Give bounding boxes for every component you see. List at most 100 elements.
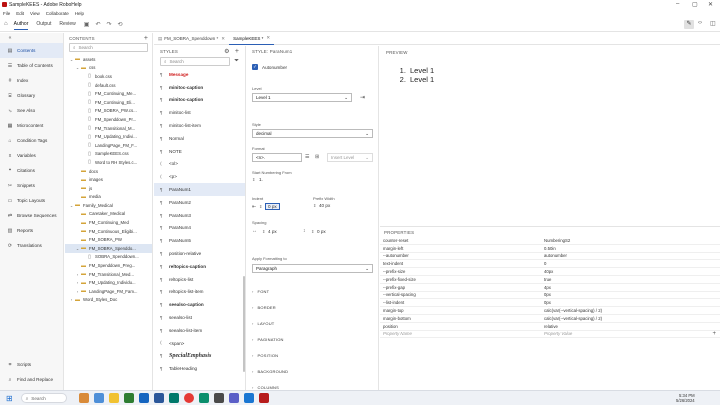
property-row[interactable]: --prefix-size 40px xyxy=(380,268,720,276)
property-value[interactable]: relative xyxy=(544,324,558,329)
taskbar-search-input[interactable]: ⌕ Search xyxy=(20,393,67,403)
style-item[interactable]: ⟨ <span> xyxy=(154,337,245,350)
property-row[interactable]: --vertical-spacing 0px xyxy=(380,292,720,300)
tree-folder[interactable]: › ▬ FM_Updating_Individu... xyxy=(65,278,152,287)
property-value[interactable]: calc(var(--vertical-spacing) / 2) xyxy=(544,308,602,313)
nav-microcontent[interactable]: ▦ Microcontent xyxy=(0,118,63,133)
nav-contents[interactable]: ▤ Contents xyxy=(0,43,63,58)
property-row[interactable]: --prefix-gap 4px xyxy=(380,284,720,292)
tree-file[interactable]: ▯ FM_Spenddown_Pr... xyxy=(65,115,152,124)
maximize-icon[interactable]: ▢ xyxy=(692,1,698,8)
tree-file[interactable]: ▯ Word to RH Styles.c... xyxy=(65,158,152,167)
edge-icon[interactable] xyxy=(198,393,209,403)
style-item[interactable]: ¶ position-relative xyxy=(154,247,245,260)
tree-file[interactable]: ▯ book.css xyxy=(65,72,152,81)
style-item[interactable]: ¶ ParaNum3 xyxy=(154,209,245,222)
property-name[interactable]: --vertical-spacing xyxy=(380,292,544,297)
style-item[interactable]: ¶ minitoc-caption xyxy=(154,94,245,107)
tab-review[interactable]: Review xyxy=(59,19,75,29)
property-value[interactable]: calc(var(--vertical-spacing) / 2) xyxy=(544,316,602,321)
insert-level-select[interactable]: Insert Level ⌄ xyxy=(327,153,373,162)
format-symbol-icon[interactable]: ⊞ xyxy=(315,154,319,160)
tab-fm-sobra-spenddown[interactable]: ▤ FM_SOBRA_Spenddown * ✕ xyxy=(154,33,229,45)
property-name[interactable]: margin-left xyxy=(380,246,544,251)
filter-icon[interactable]: ⏷ xyxy=(234,58,239,65)
section-pagination[interactable]: › PAGINATION xyxy=(252,331,373,347)
apply-formatting-select[interactable]: Paragraph ⌄ xyxy=(252,264,373,273)
style-item[interactable]: ¶ TableHeading xyxy=(154,362,245,375)
list-settings-icon[interactable]: ⇥ xyxy=(360,94,365,101)
property-name[interactable]: text-indent xyxy=(380,261,544,266)
tab-author[interactable]: Author xyxy=(13,19,29,30)
tree-folder[interactable]: › ▬ FM_Transitional_Med... xyxy=(65,270,152,279)
prefix-width-stepper[interactable]: ⇕ 40 px xyxy=(313,203,330,208)
style-item[interactable]: ¶ reltopics-list-item xyxy=(154,286,245,299)
tree-folder[interactable]: › ▬ Word_Styles_Doc xyxy=(65,296,152,305)
teams-icon[interactable] xyxy=(228,393,239,403)
tree-folder[interactable]: ▬ FM_Continuing_Med xyxy=(65,218,152,227)
windows-start-icon[interactable]: ⊞ xyxy=(6,394,13,403)
style-item[interactable]: ¶ NOTE xyxy=(154,145,245,158)
format-bullet-icon[interactable]: ☰ xyxy=(305,154,309,160)
home-icon[interactable]: ⌂ xyxy=(4,21,8,27)
nav-browse-sequences[interactable]: ⇄ Browse Sequences xyxy=(0,208,63,223)
property-name[interactable]: margin-top xyxy=(380,308,544,313)
property-value-input[interactable]: Property Value xyxy=(544,331,712,336)
style-item[interactable]: ¶ seealso-caption xyxy=(154,298,245,311)
clock[interactable]: 5:34 PM 5/26/2024 xyxy=(676,393,695,403)
add-icon[interactable]: + xyxy=(144,35,148,42)
tree-file[interactable]: ▯ SOBRA_Spenddown... xyxy=(65,253,152,262)
nav-translations[interactable]: ⟳ Translations xyxy=(0,238,63,253)
robohelp-icon[interactable] xyxy=(258,393,269,403)
section-position[interactable]: › POSITION xyxy=(252,347,373,363)
nav-see-also[interactable]: ⤷ See Also xyxy=(0,103,63,118)
property-name[interactable]: --prefix-size xyxy=(380,269,544,274)
nav-topic-layouts[interactable]: ▭ Topic Layouts xyxy=(0,193,63,208)
property-row[interactable]: --list-indent 0px xyxy=(380,299,720,308)
nav-snippets[interactable]: ✂ Snippets xyxy=(0,178,63,193)
minimize-icon[interactable]: – xyxy=(676,1,679,7)
style-select[interactable]: decimal ⌄ xyxy=(252,129,373,138)
excel-icon[interactable] xyxy=(123,393,134,403)
tree-file[interactable]: ▯ default.css xyxy=(65,81,152,90)
word-icon[interactable] xyxy=(153,393,164,403)
horizontal-spacing-stepper[interactable]: ↔ ⇕ 4 px xyxy=(252,228,277,234)
style-item[interactable]: ¶ reltopics-list xyxy=(154,273,245,286)
property-name[interactable]: --list-indent xyxy=(380,300,544,305)
tree-folder[interactable]: ▬ FM_Continuous_Eligibi... xyxy=(65,227,152,236)
menu-help[interactable]: Help xyxy=(75,11,84,16)
style-item[interactable]: ¶ reltopics-caption xyxy=(154,260,245,273)
tree-folder[interactable]: ▬ FM_SOBRA_PW xyxy=(65,235,152,244)
tree-folder[interactable]: ▬ js xyxy=(65,184,152,193)
edit-pencil-icon[interactable]: ✎ xyxy=(684,20,694,29)
tree-file[interactable]: ▯ FM_SOBRA_PW.cs... xyxy=(65,107,152,116)
property-value[interactable]: NumberingS2 xyxy=(544,238,570,243)
vertical-spacing-stepper[interactable]: ↕ ⇕ 0 px xyxy=(303,228,326,234)
property-name[interactable]: --prefix-gap xyxy=(380,285,544,290)
tree-file[interactable]: ▯ LandingPage_FM_F... xyxy=(65,141,152,150)
nav-find-replace[interactable]: ⌕ Find and Replace xyxy=(0,372,64,387)
tree-file[interactable]: ▯ FM_Continuing_Eli... xyxy=(65,98,152,107)
section-font[interactable]: › FONT xyxy=(252,283,373,299)
sync-icon[interactable]: ⟲ xyxy=(118,21,123,28)
tree-folder[interactable]: ▬ images xyxy=(65,175,152,184)
property-row[interactable]: --prefix-fixed-size true xyxy=(380,276,720,284)
property-row[interactable]: margin-top calc(var(--vertical-spacing) /… xyxy=(380,307,720,315)
property-name[interactable]: margin-bottom xyxy=(380,316,544,321)
close-icon[interactable]: ✕ xyxy=(708,1,713,8)
close-tab-icon[interactable]: ✕ xyxy=(221,36,225,42)
collapse-nav-button[interactable]: « xyxy=(0,33,63,43)
property-row[interactable]: text-indent 0 xyxy=(380,260,720,269)
taskbar-app-icon[interactable] xyxy=(78,393,89,403)
property-name[interactable]: --autonumber xyxy=(380,253,544,258)
add-property-icon[interactable]: + xyxy=(712,331,716,337)
start-numbering-stepper[interactable]: ⇕ 1. xyxy=(252,177,263,182)
add-style-icon[interactable]: + xyxy=(235,48,239,55)
property-value[interactable]: 4px xyxy=(544,285,551,290)
property-value[interactable]: 0 xyxy=(544,261,546,266)
autonumber-checkbox-row[interactable]: ✓ Autonumber xyxy=(252,64,287,70)
property-row[interactable]: position relative xyxy=(380,323,720,331)
indent-stepper[interactable]: ⇤ ⇕ 0 px xyxy=(252,203,280,210)
level-select[interactable]: Level 1 ⌄ xyxy=(252,93,352,102)
styles-search-input[interactable]: ⌕ Search xyxy=(160,57,231,66)
